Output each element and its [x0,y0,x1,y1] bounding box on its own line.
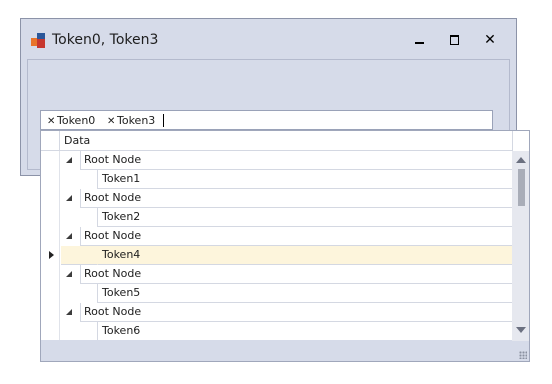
token-label: Token0 [57,114,96,127]
row-cell: Token5 [97,284,512,303]
row-cell: Root Node [80,303,512,322]
row-cell: Token1 [97,170,512,189]
tree-row[interactable]: Root Node [41,265,512,284]
remove-token-icon[interactable]: ✕ [47,114,57,129]
row-cell: Root Node [80,265,512,284]
tree-row[interactable]: Root Node [41,227,512,246]
tree-row[interactable]: Root Node [41,303,512,322]
close-button[interactable]: ✕ [473,27,507,53]
maximize-button[interactable] [437,27,471,53]
token-label: Token3 [117,114,156,127]
remove-token-icon[interactable]: ✕ [107,114,117,129]
token-chip[interactable]: ✕ Token3 [107,113,155,128]
collapse-icon[interactable] [66,157,72,163]
tree-row[interactable]: Token6 [41,322,512,340]
row-cell: Token4 [97,246,512,265]
row-cell: Root Node [80,189,512,208]
token-edit[interactable]: ✕ Token0 ✕ Token3 [40,110,493,130]
resize-grip-icon[interactable] [519,351,527,359]
column-header-row: Data [41,131,512,151]
row-cell: Token2 [97,208,512,227]
dropdown-popup: Data Root Node Token1 Root Node Token2 R… [40,130,530,362]
tree-row-focused[interactable]: Token4 [41,246,512,265]
minimize-icon [414,42,424,44]
tree-row[interactable]: Token1 [41,170,512,189]
focused-row-indicator-icon [49,251,54,259]
tree-row[interactable]: Root Node [41,189,512,208]
tree-grid[interactable]: Data Root Node Token1 Root Node Token2 R… [41,131,512,340]
row-cell: Root Node [80,227,512,246]
app-icon [31,33,48,50]
scroll-down-icon[interactable] [516,327,526,333]
row-cell: Root Node [80,151,512,170]
column-header-data[interactable]: Data [64,134,90,147]
tree-row[interactable]: Token5 [41,284,512,303]
header-indicator-cell [41,131,60,151]
close-icon: ✕ [484,32,496,48]
tree-row[interactable]: Root Node [41,151,512,170]
scroll-up-icon[interactable] [516,157,526,163]
tree-row[interactable]: Token2 [41,208,512,227]
scroll-thumb[interactable] [518,169,525,206]
vertical-scrollbar[interactable] [512,151,529,341]
token-chip[interactable]: ✕ Token0 [47,113,95,128]
row-cell: Token6 [97,322,512,340]
scrollbar-header-corner [512,131,529,151]
maximize-icon [449,35,459,45]
collapse-icon[interactable] [66,195,72,201]
text-caret [163,114,164,127]
minimize-button[interactable] [402,27,436,53]
collapse-icon[interactable] [66,309,72,315]
title-bar[interactable]: Token0, Token3 ✕ [21,19,516,59]
window-title: Token0, Token3 [52,32,159,48]
collapse-icon[interactable] [66,233,72,239]
collapse-icon[interactable] [66,271,72,277]
